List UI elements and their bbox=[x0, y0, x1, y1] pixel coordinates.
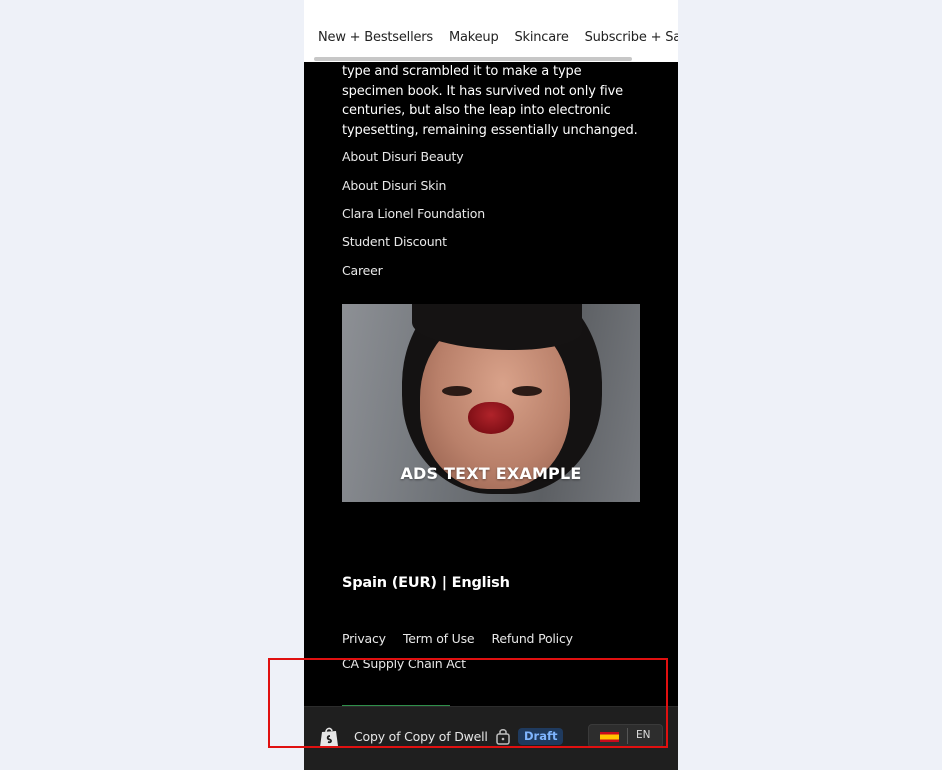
footer-link-student-discount[interactable]: Student Discount bbox=[342, 234, 447, 249]
nav-item-makeup[interactable]: Makeup bbox=[449, 30, 499, 45]
nav-items: New + Bestsellers Makeup Skincare Subscr… bbox=[318, 30, 678, 45]
ad-banner[interactable]: ADS TEXT EXAMPLE bbox=[342, 304, 640, 502]
top-navigation: New + Bestsellers Makeup Skincare Subscr… bbox=[304, 0, 678, 62]
nav-scrollbar[interactable] bbox=[314, 57, 632, 61]
ad-image-lips bbox=[468, 402, 514, 434]
nav-item-new-bestsellers[interactable]: New + Bestsellers bbox=[318, 30, 433, 45]
language-switcher[interactable]: EN bbox=[588, 724, 663, 748]
theme-preview-bar: Copy of Copy of Dwell Draft EN bbox=[304, 706, 678, 770]
draft-status-badge: Draft bbox=[518, 728, 564, 745]
about-text: type and scrambled it to make a type spe… bbox=[342, 64, 638, 138]
nav-item-skincare[interactable]: Skincare bbox=[514, 30, 568, 45]
footer-link-about-disuri-beauty[interactable]: About Disuri Beauty bbox=[342, 149, 464, 164]
theme-name: Copy of Copy of Dwell bbox=[354, 729, 488, 744]
shopify-bag-icon bbox=[320, 727, 338, 747]
legal-link-refund[interactable]: Refund Policy bbox=[492, 631, 574, 646]
footer-link-career[interactable]: Career bbox=[342, 263, 383, 278]
ad-image-eye-left bbox=[442, 386, 472, 396]
footer-link-clara-lionel-foundation[interactable]: Clara Lionel Foundation bbox=[342, 206, 485, 221]
lock-icon bbox=[496, 729, 510, 745]
mobile-viewport: New + Bestsellers Makeup Skincare Subscr… bbox=[304, 0, 678, 770]
ad-image-eye-right bbox=[512, 386, 542, 396]
legal-links: Privacy Term of Use Refund Policy bbox=[342, 628, 585, 647]
ad-title: ADS TEXT EXAMPLE bbox=[400, 464, 582, 483]
legal-link-terms[interactable]: Term of Use bbox=[403, 631, 475, 646]
spain-flag-icon bbox=[600, 732, 619, 742]
locale-selector[interactable]: Spain (EUR) | English bbox=[342, 575, 510, 591]
footer-link-about-disuri-skin[interactable]: About Disuri Skin bbox=[342, 178, 446, 193]
legal-link-supply-chain[interactable]: CA Supply Chain Act bbox=[342, 656, 466, 671]
legal-link-privacy[interactable]: Privacy bbox=[342, 631, 386, 646]
nav-item-subscribe-save[interactable]: Subscribe + Save bbox=[585, 30, 678, 45]
language-divider bbox=[627, 728, 628, 744]
language-code: EN bbox=[636, 729, 651, 741]
